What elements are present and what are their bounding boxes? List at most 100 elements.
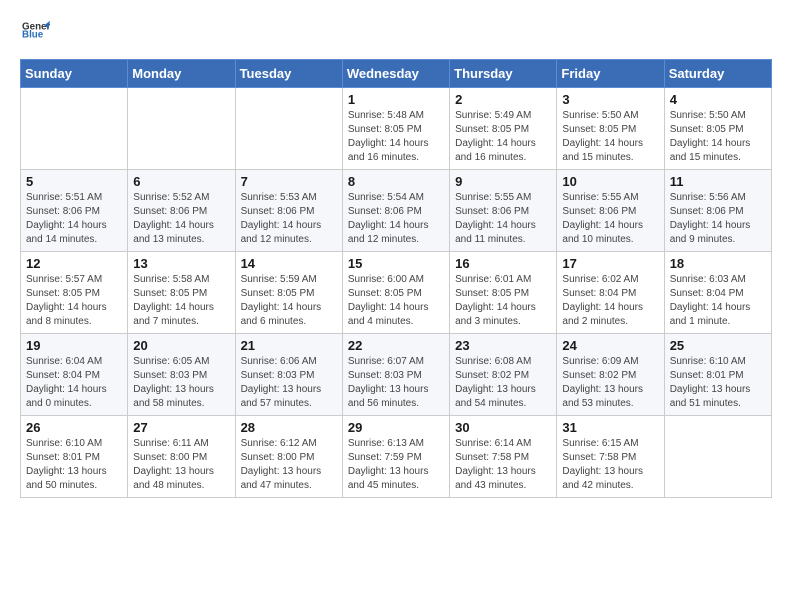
calendar-week-3: 12Sunrise: 5:57 AMSunset: 8:05 PMDayligh… [21, 252, 772, 334]
day-number: 10 [562, 174, 658, 189]
day-number: 28 [241, 420, 337, 435]
header: General Blue [20, 16, 772, 49]
day-number: 24 [562, 338, 658, 353]
day-info: Sunrise: 6:07 AMSunset: 8:03 PMDaylight:… [348, 355, 444, 411]
calendar-cell: 10Sunrise: 5:55 AMSunset: 8:06 PMDayligh… [557, 170, 664, 252]
svg-text:Blue: Blue [22, 30, 44, 41]
calendar-cell: 27 Sunrise: 6:11 AMSunset: 8:00 PMDayligh… [128, 416, 235, 498]
day-info: Sunrise: 6:13 AMSunset: 7:59 PMDaylight:… [348, 437, 444, 493]
calendar-cell: 1 Sunrise: 5:48 AMSunset: 8:05 PMDaylight… [342, 88, 449, 170]
day-info: Sunrise: 6:14 AMSunset: 7:58 PMDaylight:… [455, 437, 551, 493]
day-info: Sunrise: 6:06 AMSunset: 8:03 PMDaylight:… [241, 355, 337, 411]
day-number: 29 [348, 420, 444, 435]
day-number: 11 [670, 174, 766, 189]
day-info: Sunrise: 5:50 AMSunset: 8:05 PMDaylight:… [670, 109, 766, 165]
calendar-cell: 16 Sunrise: 6:01 AMSunset: 8:05 PMDayligh… [450, 252, 557, 334]
calendar-cell: 15Sunrise: 6:00 AMSunset: 8:05 PMDayligh… [342, 252, 449, 334]
weekday-header-monday: Monday [128, 60, 235, 88]
day-info: Sunrise: 6:10 AMSunset: 8:01 PMDaylight:… [26, 437, 122, 493]
calendar-cell: 11 Sunrise: 5:56 AMSunset: 8:06 PMDayligh… [664, 170, 771, 252]
weekday-header-sunday: Sunday [21, 60, 128, 88]
calendar-cell: 29 Sunrise: 6:13 AMSunset: 7:59 PMDayligh… [342, 416, 449, 498]
day-number: 12 [26, 256, 122, 271]
calendar-cell: 21 Sunrise: 6:06 AMSunset: 8:03 PMDayligh… [235, 334, 342, 416]
day-info: Sunrise: 6:04 AMSunset: 8:04 PMDaylight:… [26, 355, 122, 411]
calendar-cell: 28 Sunrise: 6:12 AMSunset: 8:00 PMDayligh… [235, 416, 342, 498]
calendar-cell: 31 Sunrise: 6:15 AMSunset: 7:58 PMDayligh… [557, 416, 664, 498]
day-info: Sunrise: 6:02 AMSunset: 8:04 PMDaylight:… [562, 273, 658, 329]
day-info: Sunrise: 5:56 AMSunset: 8:06 PMDaylight:… [670, 191, 766, 247]
calendar-page: General Blue SundayMondayTuesdayWednesda… [0, 0, 792, 514]
calendar-cell: 8 Sunrise: 5:54 AMSunset: 8:06 PMDaylight… [342, 170, 449, 252]
day-number: 17 [562, 256, 658, 271]
day-info: Sunrise: 5:54 AMSunset: 8:06 PMDaylight:… [348, 191, 444, 247]
calendar-cell: 7 Sunrise: 5:53 AMSunset: 8:06 PMDaylight… [235, 170, 342, 252]
weekday-header-saturday: Saturday [664, 60, 771, 88]
day-number: 2 [455, 92, 551, 107]
calendar-cell: 12Sunrise: 5:57 AMSunset: 8:05 PMDayligh… [21, 252, 128, 334]
day-info: Sunrise: 6:15 AMSunset: 7:58 PMDaylight:… [562, 437, 658, 493]
calendar-cell: 6 Sunrise: 5:52 AMSunset: 8:06 PMDaylight… [128, 170, 235, 252]
calendar-cell: 17 Sunrise: 6:02 AMSunset: 8:04 PMDayligh… [557, 252, 664, 334]
calendar-cell [128, 88, 235, 170]
day-info: Sunrise: 6:01 AMSunset: 8:05 PMDaylight:… [455, 273, 551, 329]
day-info: Sunrise: 5:50 AMSunset: 8:05 PMDaylight:… [562, 109, 658, 165]
day-number: 20 [133, 338, 229, 353]
calendar-cell [21, 88, 128, 170]
day-info: Sunrise: 6:08 AMSunset: 8:02 PMDaylight:… [455, 355, 551, 411]
calendar-cell: 13 Sunrise: 5:58 AMSunset: 8:05 PMDayligh… [128, 252, 235, 334]
day-info: Sunrise: 6:10 AMSunset: 8:01 PMDaylight:… [670, 355, 766, 411]
day-info: Sunrise: 5:49 AMSunset: 8:05 PMDaylight:… [455, 109, 551, 165]
day-number: 25 [670, 338, 766, 353]
logo-icon: General Blue [22, 16, 50, 44]
day-number: 1 [348, 92, 444, 107]
calendar-cell: 19 Sunrise: 6:04 AMSunset: 8:04 PMDayligh… [21, 334, 128, 416]
calendar-cell: 30Sunrise: 6:14 AMSunset: 7:58 PMDayligh… [450, 416, 557, 498]
calendar-cell: 4 Sunrise: 5:50 AMSunset: 8:05 PMDaylight… [664, 88, 771, 170]
day-info: Sunrise: 6:11 AMSunset: 8:00 PMDaylight:… [133, 437, 229, 493]
weekday-header-thursday: Thursday [450, 60, 557, 88]
weekday-header-friday: Friday [557, 60, 664, 88]
day-number: 7 [241, 174, 337, 189]
day-info: Sunrise: 6:12 AMSunset: 8:00 PMDaylight:… [241, 437, 337, 493]
calendar-cell: 5Sunrise: 5:51 AMSunset: 8:06 PMDaylight… [21, 170, 128, 252]
day-number: 3 [562, 92, 658, 107]
calendar-body: 1 Sunrise: 5:48 AMSunset: 8:05 PMDaylight… [21, 88, 772, 498]
calendar-cell: 14Sunrise: 5:59 AMSunset: 8:05 PMDayligh… [235, 252, 342, 334]
day-number: 26 [26, 420, 122, 435]
day-info: Sunrise: 6:03 AMSunset: 8:04 PMDaylight:… [670, 273, 766, 329]
calendar-cell: 24 Sunrise: 6:09 AMSunset: 8:02 PMDayligh… [557, 334, 664, 416]
day-number: 19 [26, 338, 122, 353]
day-number: 13 [133, 256, 229, 271]
calendar-cell: 2 Sunrise: 5:49 AMSunset: 8:05 PMDaylight… [450, 88, 557, 170]
day-number: 8 [348, 174, 444, 189]
day-info: Sunrise: 5:58 AMSunset: 8:05 PMDaylight:… [133, 273, 229, 329]
day-number: 22 [348, 338, 444, 353]
day-number: 6 [133, 174, 229, 189]
calendar-cell: 3 Sunrise: 5:50 AMSunset: 8:05 PMDaylight… [557, 88, 664, 170]
day-info: Sunrise: 5:53 AMSunset: 8:06 PMDaylight:… [241, 191, 337, 247]
day-number: 9 [455, 174, 551, 189]
calendar-cell: 18Sunrise: 6:03 AMSunset: 8:04 PMDayligh… [664, 252, 771, 334]
calendar-week-5: 26 Sunrise: 6:10 AMSunset: 8:01 PMDayligh… [21, 416, 772, 498]
day-number: 27 [133, 420, 229, 435]
day-info: Sunrise: 6:09 AMSunset: 8:02 PMDaylight:… [562, 355, 658, 411]
day-number: 21 [241, 338, 337, 353]
day-number: 31 [562, 420, 658, 435]
calendar-cell [235, 88, 342, 170]
calendar-week-2: 5Sunrise: 5:51 AMSunset: 8:06 PMDaylight… [21, 170, 772, 252]
calendar-table: SundayMondayTuesdayWednesdayThursdayFrid… [20, 59, 772, 498]
weekday-header-tuesday: Tuesday [235, 60, 342, 88]
calendar-cell: 23 Sunrise: 6:08 AMSunset: 8:02 PMDayligh… [450, 334, 557, 416]
day-info: Sunrise: 6:05 AMSunset: 8:03 PMDaylight:… [133, 355, 229, 411]
calendar-week-4: 19 Sunrise: 6:04 AMSunset: 8:04 PMDayligh… [21, 334, 772, 416]
calendar-cell [664, 416, 771, 498]
calendar-cell: 25 Sunrise: 6:10 AMSunset: 8:01 PMDayligh… [664, 334, 771, 416]
day-number: 16 [455, 256, 551, 271]
day-info: Sunrise: 5:52 AMSunset: 8:06 PMDaylight:… [133, 191, 229, 247]
logo: General Blue [20, 16, 50, 49]
day-number: 4 [670, 92, 766, 107]
day-info: Sunrise: 5:48 AMSunset: 8:05 PMDaylight:… [348, 109, 444, 165]
day-number: 23 [455, 338, 551, 353]
day-info: Sunrise: 6:00 AMSunset: 8:05 PMDaylight:… [348, 273, 444, 329]
